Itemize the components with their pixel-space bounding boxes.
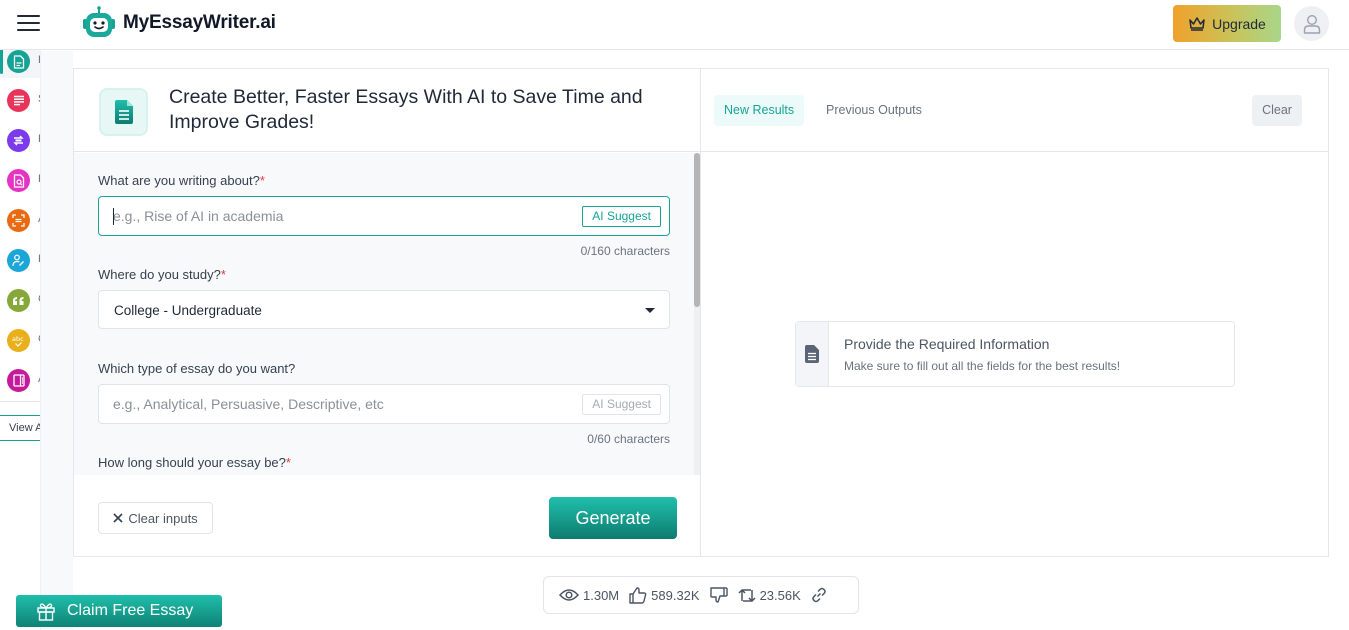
- sidebar-item-assignment[interactable]: A: [0, 363, 40, 397]
- dropdown-arrow-icon: [645, 308, 655, 313]
- sidebar-item-ai-detector[interactable]: A: [0, 203, 40, 237]
- results-panel: New Results Previous Outputs Clear Provi…: [701, 69, 1328, 556]
- upgrade-label: Upgrade: [1212, 15, 1266, 32]
- clear-results-button[interactable]: Clear: [1252, 95, 1302, 126]
- text-caret: [113, 208, 114, 225]
- sidebar-item-humanizer[interactable]: H: [0, 243, 40, 277]
- topic-ai-suggest-button[interactable]: AI Suggest: [582, 206, 661, 227]
- thumbs-down-icon: [709, 586, 728, 603]
- form-scrollbar-thumb[interactable]: [694, 153, 700, 307]
- views-count: 1.30M: [583, 587, 620, 603]
- clear-inputs-label: Clear inputs: [128, 510, 198, 526]
- share-button[interactable]: 23.56K: [738, 587, 801, 604]
- input-panel-header: Create Better, Faster Essays With AI to …: [74, 69, 700, 152]
- clear-inputs-button[interactable]: Clear inputs: [98, 502, 213, 534]
- study-label: Where do you study?*: [98, 267, 226, 282]
- sidebar-item-label: H: [38, 253, 40, 265]
- empty-state-subtitle: Make sure to fill out all the fields for…: [844, 359, 1121, 373]
- menu-icon[interactable]: [17, 13, 41, 33]
- results-panel-header: New Results Previous Outputs Clear: [701, 69, 1328, 152]
- content-gutter: [41, 51, 73, 630]
- claim-label: Claim Free Essay: [67, 602, 194, 619]
- topic-label: What are you writing about?*: [98, 173, 265, 188]
- robot-logo-icon: [83, 6, 115, 37]
- info-icon-column: [796, 322, 829, 386]
- gift-icon: [37, 603, 55, 621]
- document-search-icon: [7, 169, 30, 192]
- topic-char-counter: 0/160 characters: [580, 244, 670, 258]
- svg-text:abc: abc: [12, 335, 24, 343]
- eye-icon: [559, 589, 579, 601]
- sidebar-item-label: E: [38, 54, 40, 66]
- essay-type-ai-suggest-button[interactable]: AI Suggest: [582, 394, 661, 415]
- like-button[interactable]: 589.32K: [629, 586, 700, 604]
- user-icon: [1303, 14, 1320, 34]
- likes-count: 589.32K: [651, 587, 700, 603]
- sidebar-item-label: G: [38, 333, 40, 345]
- claim-free-essay-button[interactable]: Claim Free Essay: [16, 595, 222, 627]
- crown-icon: [1189, 17, 1205, 31]
- document-icon: [7, 50, 30, 73]
- sidebar-divider: [0, 401, 40, 402]
- essay-form: What are you writing about?* AI Suggest …: [74, 153, 700, 475]
- page-title: Create Better, Faster Essays With AI to …: [169, 86, 643, 133]
- sidebar-item-plagiarism[interactable]: P: [0, 163, 40, 197]
- brand-logo[interactable]: MyEssayWriter.ai: [81, 5, 276, 41]
- essay-type-label: Which type of essay do you want?: [98, 361, 296, 376]
- shares-count: 23.56K: [759, 587, 801, 603]
- tab-new-results[interactable]: New Results: [714, 95, 805, 126]
- input-panel: Create Better, Faster Essays With AI to …: [74, 69, 701, 556]
- topic-input[interactable]: [113, 197, 553, 235]
- spellcheck-icon: abc: [7, 329, 30, 352]
- views-stat: 1.30M: [559, 588, 619, 603]
- sidebar-item-paraphraser[interactable]: P: [0, 123, 40, 157]
- notebook-icon: [7, 369, 30, 392]
- sidebar-item-grammar[interactable]: abc G: [0, 323, 40, 357]
- sidebar-item-label: P: [38, 133, 40, 145]
- sidebar-item-citation[interactable]: C: [0, 283, 40, 317]
- essay-type-char-counter: 0/60 characters: [587, 432, 670, 446]
- sidebar-item-label: P: [38, 173, 40, 185]
- user-edit-icon: [7, 249, 30, 272]
- dislike-button[interactable]: [709, 586, 728, 604]
- sidebar-item-essay-writer[interactable]: E: [0, 50, 40, 78]
- repost-icon: [738, 588, 756, 602]
- length-label: How long should your essay be?*: [98, 455, 291, 470]
- copy-link-button[interactable]: [811, 587, 827, 603]
- engagement-stats: 1.30M 589.32K 23.56K: [543, 576, 859, 614]
- scan-text-icon: [7, 209, 30, 232]
- sidebar-item-label: A: [38, 373, 40, 385]
- rephrase-icon: [7, 129, 30, 152]
- topic-field: AI Suggest: [98, 196, 670, 236]
- upgrade-button[interactable]: Upgrade: [1173, 5, 1281, 42]
- thumbs-up-icon: [629, 586, 647, 604]
- view-all-tools-button[interactable]: View All: [0, 415, 40, 441]
- tab-previous-outputs[interactable]: Previous Outputs: [816, 95, 932, 126]
- sidebar-item-summarizer[interactable]: S: [0, 83, 40, 117]
- generate-button[interactable]: Generate: [549, 497, 677, 539]
- essay-document-icon: [99, 88, 148, 136]
- sidebar-item-label: A: [38, 213, 40, 225]
- sidebar-item-label: S: [38, 93, 40, 105]
- essay-type-field: AI Suggest: [98, 384, 670, 424]
- essay-type-input[interactable]: [113, 385, 553, 423]
- study-select[interactable]: College - Undergraduate: [98, 290, 670, 329]
- empty-state-title: Provide the Required Information: [844, 336, 1050, 352]
- close-icon: [113, 513, 123, 523]
- top-header: MyEssayWriter.ai Upgrade: [0, 0, 1349, 50]
- link-icon: [812, 587, 826, 603]
- tools-sidebar: E S P P A H C abc: [0, 50, 41, 630]
- study-selected-value: College - Undergraduate: [114, 303, 262, 318]
- file-text-icon: [805, 345, 819, 363]
- user-avatar[interactable]: [1294, 6, 1329, 41]
- empty-state-notice: Provide the Required Information Make su…: [795, 321, 1235, 387]
- input-panel-footer: Clear inputs Generate: [74, 475, 700, 556]
- essay-writer-card: Create Better, Faster Essays With AI to …: [73, 68, 1329, 557]
- text-lines-icon: [7, 89, 30, 112]
- quote-icon: [7, 289, 30, 312]
- brand-name: MyEssayWriter.ai: [123, 12, 276, 33]
- sidebar-item-label: C: [38, 293, 40, 305]
